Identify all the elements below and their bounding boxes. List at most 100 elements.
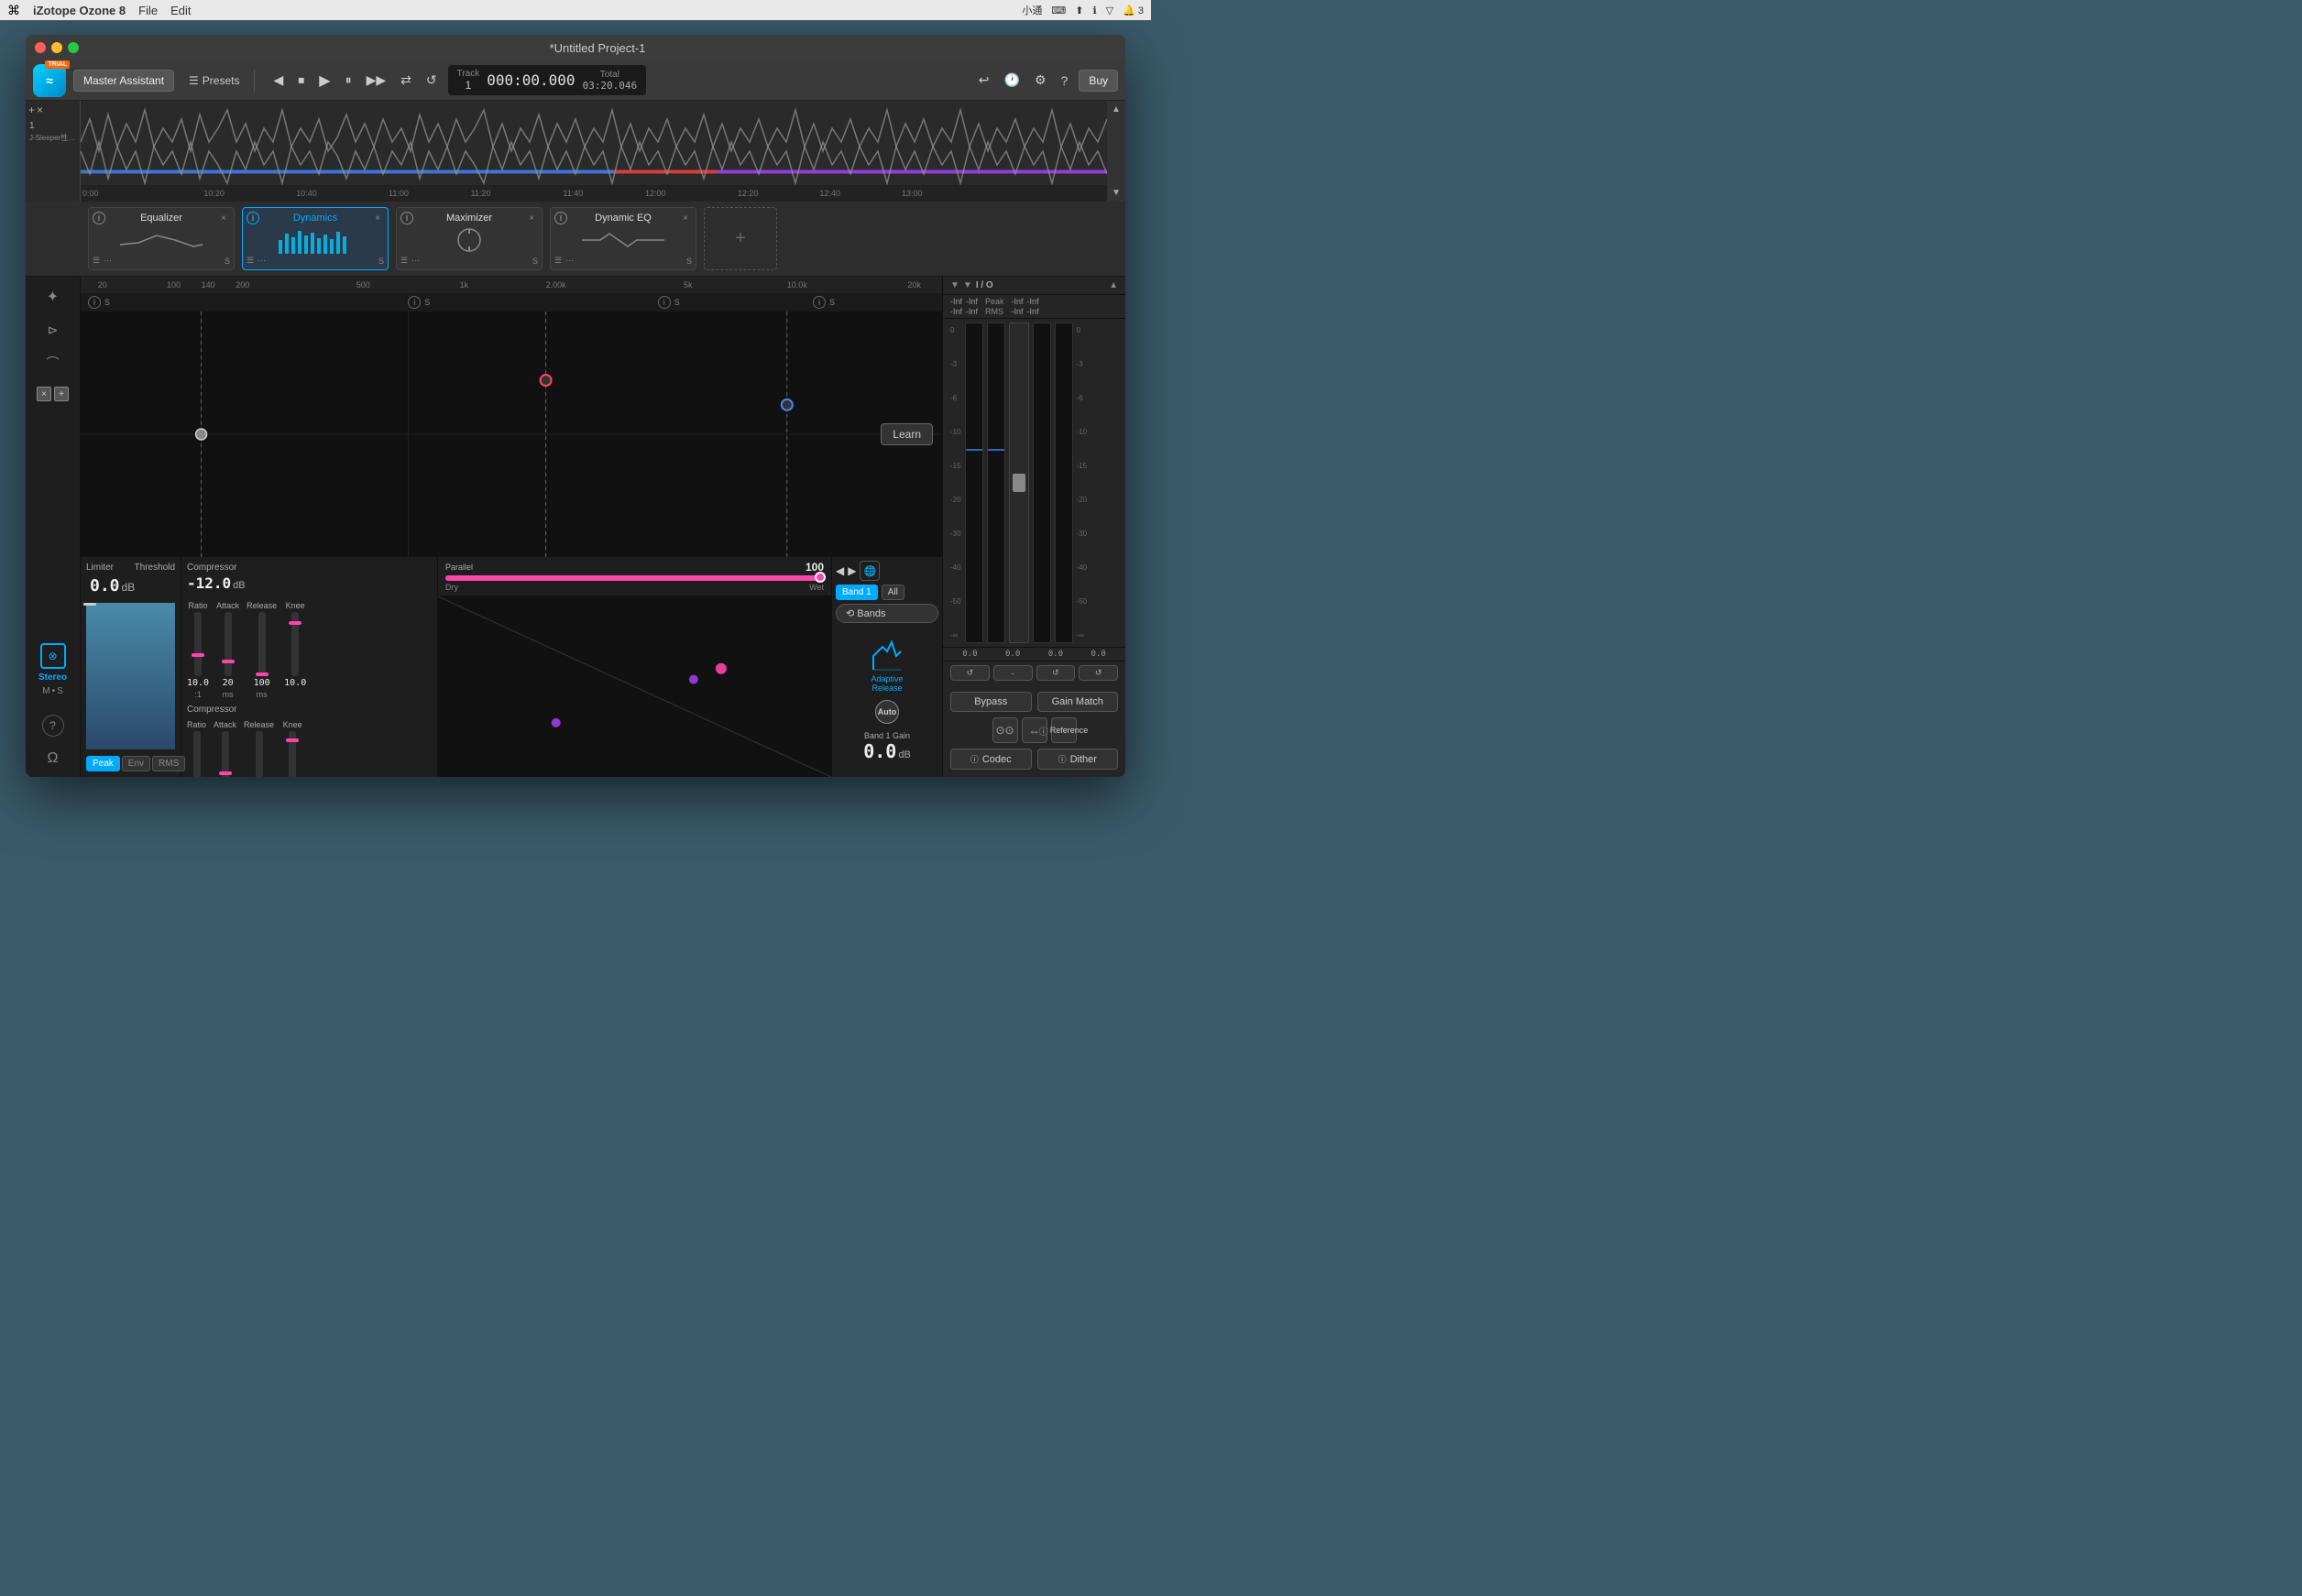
threshold-slider-thumb[interactable]	[83, 603, 96, 606]
c2-ratio-slider[interactable]	[193, 731, 201, 777]
band2-info-icon[interactable]: i	[408, 296, 421, 309]
help-button[interactable]: ?	[1058, 70, 1072, 92]
band4-settings-icon[interactable]: S	[829, 298, 835, 307]
undo-button[interactable]: ↩	[975, 69, 993, 92]
c1-ratio-thumb[interactable]	[192, 653, 204, 657]
menu-edit[interactable]: Edit	[170, 4, 191, 17]
c1-attack-slider[interactable]	[225, 612, 232, 676]
maximize-button[interactable]	[68, 42, 79, 53]
c1-knee-thumb[interactable]	[289, 621, 301, 625]
band-prev-button[interactable]: ◀	[836, 564, 844, 577]
presets-button[interactable]: ☰ Presets	[181, 71, 247, 91]
peak-mode-button[interactable]: Peak	[86, 756, 120, 771]
logo-button[interactable]: ≈ TRIAL	[33, 64, 66, 97]
io-dropdown-arrow2[interactable]: ▼	[963, 280, 972, 290]
remove-band-button[interactable]: ×	[37, 387, 51, 401]
stereo-link-button[interactable]: ⊗	[40, 643, 66, 669]
deq-close-button[interactable]: ×	[679, 212, 692, 224]
c2-knee-thumb[interactable]	[286, 738, 299, 742]
reset-right-button[interactable]: ↺	[1036, 665, 1076, 681]
dyn-info-icon[interactable]: i	[247, 212, 259, 224]
curve-tool[interactable]: ⌒	[40, 350, 66, 376]
eq-dots-icon[interactable]: ···	[104, 256, 112, 266]
c2-attack-thumb[interactable]	[219, 771, 232, 775]
eq-display[interactable]: Learn	[81, 312, 942, 557]
bypass-button[interactable]: Bypass	[950, 692, 1032, 712]
stereo-label[interactable]: Stereo	[38, 672, 67, 683]
c2-knee-slider[interactable]	[289, 731, 296, 777]
module-dynamic-eq[interactable]: i Dynamic EQ × ☰ ··· S	[550, 207, 696, 270]
band1-settings-icon[interactable]: S	[104, 298, 110, 307]
transport-stop[interactable]: ⏹	[294, 69, 308, 92]
transport-pause[interactable]: ⏸	[342, 69, 356, 92]
dyn-close-button[interactable]: ×	[371, 212, 384, 224]
band-next-button[interactable]: ▶	[848, 564, 856, 577]
transport-loop[interactable]: ⇄	[397, 69, 415, 92]
scroll-up[interactable]: ▲	[1112, 104, 1121, 115]
band4-info-icon[interactable]: i	[813, 296, 826, 309]
deq-list-icon[interactable]: ☰	[554, 256, 562, 266]
parallel-knob[interactable]	[815, 572, 826, 583]
io-arrow-up[interactable]: ▲	[1109, 280, 1118, 290]
transport-play[interactable]: ▶	[315, 68, 334, 93]
help-button-sidebar[interactable]: ?	[42, 715, 64, 737]
c2-release-slider[interactable]	[256, 731, 263, 777]
module-maximizer[interactable]: i Maximizer × ☰ ··· S	[396, 207, 543, 270]
add-track-button[interactable]: +	[28, 104, 35, 116]
threshold-slider-track[interactable]	[86, 603, 175, 749]
module-dynamics[interactable]: i Dynamics ×	[242, 207, 389, 270]
c1-release-slider[interactable]	[258, 612, 266, 676]
max-info-icon[interactable]: i	[400, 212, 413, 224]
menu-file[interactable]: File	[138, 4, 158, 17]
eq-list-icon[interactable]: ☰	[93, 256, 100, 266]
scroll-down[interactable]: ▼	[1112, 188, 1121, 198]
deq-info-icon[interactable]: i	[554, 212, 567, 224]
learn-button[interactable]: Learn	[881, 423, 933, 445]
headphones-button[interactable]: Ω	[42, 748, 64, 770]
gain-match-button[interactable]: Gain Match	[1037, 692, 1119, 712]
max-settings-icon[interactable]: S	[532, 257, 538, 266]
dyn-settings-icon[interactable]: S	[378, 257, 384, 266]
m-button[interactable]: M	[42, 686, 49, 696]
bands-button[interactable]: ⟲ Bands	[836, 604, 938, 623]
c1-attack-thumb[interactable]	[222, 660, 235, 663]
max-list-icon[interactable]: ☰	[400, 256, 408, 266]
history-button[interactable]: 🕐	[1001, 69, 1024, 92]
dyn-list-icon[interactable]: ☰	[247, 256, 254, 266]
gain-fader-thumb[interactable]	[1013, 474, 1025, 492]
link-icon-button[interactable]: ⊙⊙	[992, 717, 1018, 743]
eq-settings-icon[interactable]: S	[225, 257, 230, 266]
reset-far-right-button[interactable]: ↺	[1079, 665, 1118, 681]
add-module-button[interactable]: +	[704, 207, 777, 270]
dither-button[interactable]: ⓘ Dither	[1037, 749, 1119, 770]
waveform-canvas[interactable]	[81, 101, 1107, 185]
gain-fader[interactable]	[1009, 322, 1029, 643]
band3-settings-icon[interactable]: S	[674, 298, 680, 307]
eq-close-button[interactable]: ×	[217, 212, 230, 224]
buy-button[interactable]: Buy	[1079, 70, 1118, 92]
s-button[interactable]: S	[57, 686, 63, 696]
max-dots-icon[interactable]: ···	[411, 256, 420, 266]
band3-info-icon[interactable]: i	[658, 296, 671, 309]
module-equalizer[interactable]: i Equalizer × ☰ ··· S	[88, 207, 235, 270]
app-name[interactable]: iZotope Ozone 8	[33, 4, 126, 17]
remove-track-button[interactable]: ×	[37, 104, 43, 116]
band1-info-icon[interactable]: i	[88, 296, 101, 309]
deq-settings-icon[interactable]: S	[686, 257, 692, 266]
master-assistant-button[interactable]: Master Assistant	[73, 70, 174, 92]
c1-release-thumb[interactable]	[256, 672, 269, 676]
parallel-slider[interactable]	[445, 575, 824, 581]
transport-forward[interactable]: ▶▶	[363, 69, 390, 92]
io-dropdown-arrow[interactable]: ▼	[950, 280, 959, 290]
transport-refresh[interactable]: ↺	[422, 69, 441, 92]
transport-back[interactable]: ◀	[269, 69, 287, 92]
globe-icon[interactable]: 🌐	[860, 561, 880, 581]
auto-button[interactable]: Auto	[875, 700, 899, 724]
eq-info-icon[interactable]: i	[93, 212, 105, 224]
c1-knee-slider[interactable]	[291, 612, 299, 676]
band2-settings-icon[interactable]: S	[424, 298, 430, 307]
solo-tool[interactable]: ⊳	[40, 317, 66, 343]
c2-attack-slider[interactable]	[222, 731, 229, 777]
rms-mode-button[interactable]: RMS	[152, 756, 185, 771]
env-mode-button[interactable]: Env	[122, 756, 150, 771]
